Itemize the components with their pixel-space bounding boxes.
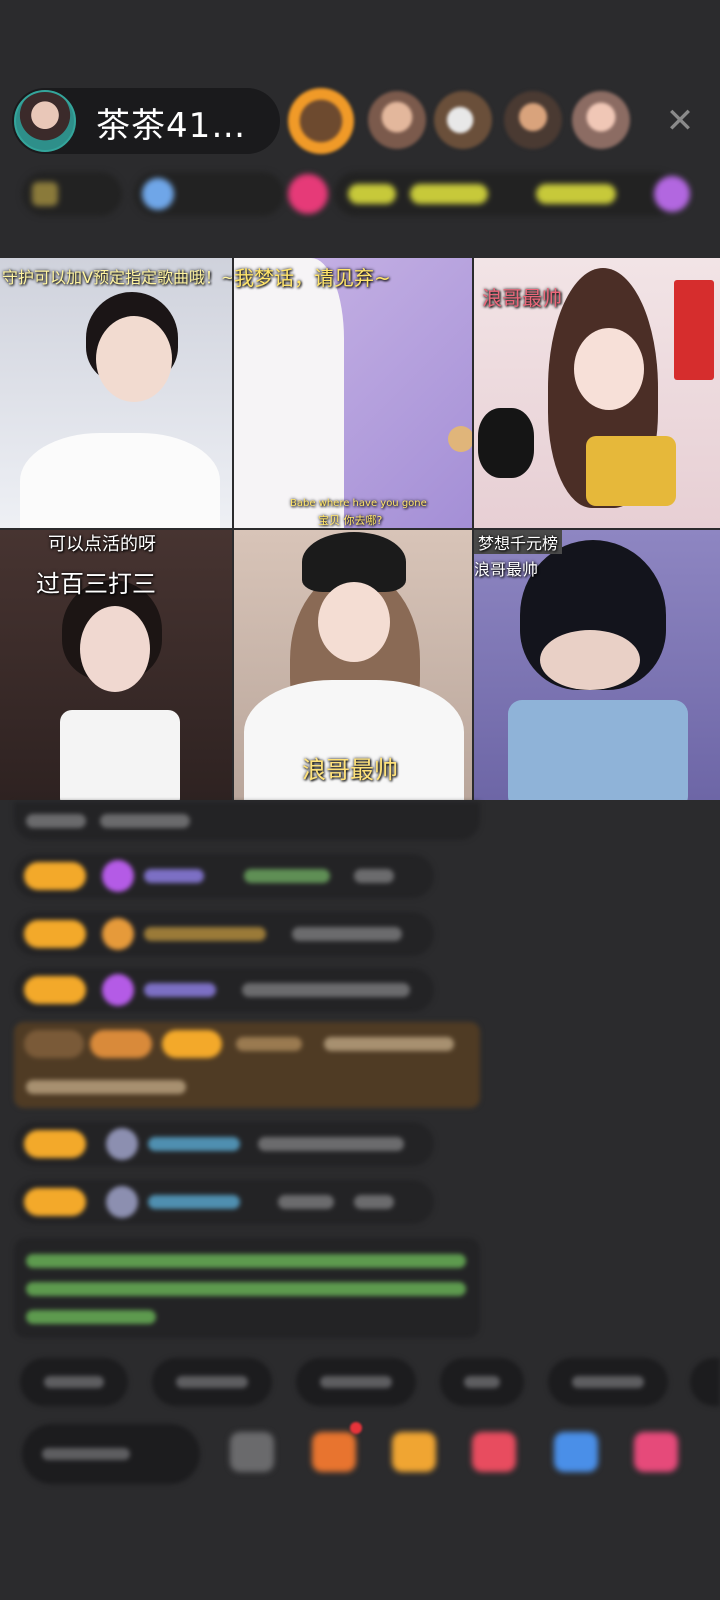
notification-dot-icon xyxy=(350,1422,362,1434)
quick-reply-chip-1[interactable] xyxy=(20,1358,128,1406)
info-row[interactable] xyxy=(22,172,690,216)
streamer-dress xyxy=(60,710,180,800)
chat-message-highlight[interactable] xyxy=(14,1022,480,1108)
close-icon[interactable]: ✕ xyxy=(660,96,700,146)
stream-caption: 守护可以加V预定指定歌曲哦！~ xyxy=(2,268,232,287)
stream-tile-3[interactable]: 浪哥最帅 xyxy=(474,258,720,528)
streamer-face xyxy=(574,328,644,410)
streamer-face xyxy=(318,582,390,662)
stream-tile-4[interactable]: 可以点活的呀 过百三打三 xyxy=(0,530,232,800)
streamer-shirt xyxy=(234,258,344,528)
quick-reply-chip-2[interactable] xyxy=(152,1358,272,1406)
multi-stream-grid: 守护可以加V预定指定歌曲哦！~ 我梦话，请见弃~ Babe where have… xyxy=(0,258,720,800)
game-icon[interactable] xyxy=(554,1432,598,1472)
chat-message[interactable] xyxy=(14,854,434,898)
viewer-avatar-1[interactable] xyxy=(288,88,354,154)
gift-box-icon[interactable] xyxy=(312,1432,356,1472)
quick-reply-chip-6[interactable] xyxy=(690,1358,720,1406)
stream-caption-2: 过百三打三 xyxy=(36,570,156,598)
quick-reply-chip-3[interactable] xyxy=(296,1358,416,1406)
streamer-face xyxy=(80,606,150,692)
quick-reply-chip-5[interactable] xyxy=(548,1358,668,1406)
stream-tile-6[interactable]: 梦想千元榜 浪哥最帅 xyxy=(474,530,720,800)
stream-caption-2: 浪哥最帅 xyxy=(474,560,539,579)
stream-tile-2[interactable]: 我梦话，请见弃~ Babe where have you gone 宝贝 你去哪… xyxy=(234,258,472,528)
red-poster xyxy=(674,280,714,380)
gift-icon[interactable] xyxy=(472,1432,516,1472)
quick-reply-chip-4[interactable] xyxy=(440,1358,524,1406)
red-packet-icon[interactable] xyxy=(392,1432,436,1472)
more-gifts-icon[interactable] xyxy=(634,1432,678,1472)
streamer-top xyxy=(508,700,688,800)
host-avatar[interactable] xyxy=(14,90,76,152)
stream-caption: 浪哥最帅 xyxy=(302,756,398,784)
chat-input[interactable] xyxy=(22,1424,200,1484)
emoji-icon[interactable] xyxy=(230,1432,274,1472)
chat-message[interactable] xyxy=(14,912,434,956)
stream-caption: 我梦话，请见弃~ xyxy=(234,266,391,290)
stream-caption: 浪哥最帅 xyxy=(482,286,562,310)
viewer-avatar-4[interactable] xyxy=(504,91,562,149)
stream-caption: 梦想千元榜 xyxy=(474,530,563,554)
chat-message[interactable] xyxy=(14,1122,434,1166)
stream-caption: 可以点活的呀 xyxy=(48,534,156,555)
chat-message[interactable] xyxy=(14,802,480,840)
viewer-avatar-5[interactable] xyxy=(572,91,630,149)
host-name[interactable]: 茶茶41… xyxy=(96,98,246,147)
streamer-face xyxy=(540,630,640,690)
viewer-avatar-3[interactable] xyxy=(434,91,492,149)
bear-sticker xyxy=(448,426,472,452)
system-notice xyxy=(14,1238,480,1338)
chat-message[interactable] xyxy=(14,1180,434,1224)
streamer-dress xyxy=(20,433,220,528)
stream-subtitle-cn: 宝贝 你去哪? xyxy=(318,514,383,527)
stream-subtitle: Babe where have you gone xyxy=(290,498,427,509)
stream-tile-5[interactable]: 浪哥最帅 xyxy=(234,530,472,800)
chat-message[interactable] xyxy=(14,968,434,1012)
streamer-top xyxy=(586,436,676,506)
viewer-avatar-2[interactable] xyxy=(368,91,426,149)
streamer-face xyxy=(96,316,172,402)
microphone xyxy=(478,408,534,478)
stream-tile-1[interactable]: 守护可以加V预定指定歌曲哦！~ xyxy=(0,258,232,528)
